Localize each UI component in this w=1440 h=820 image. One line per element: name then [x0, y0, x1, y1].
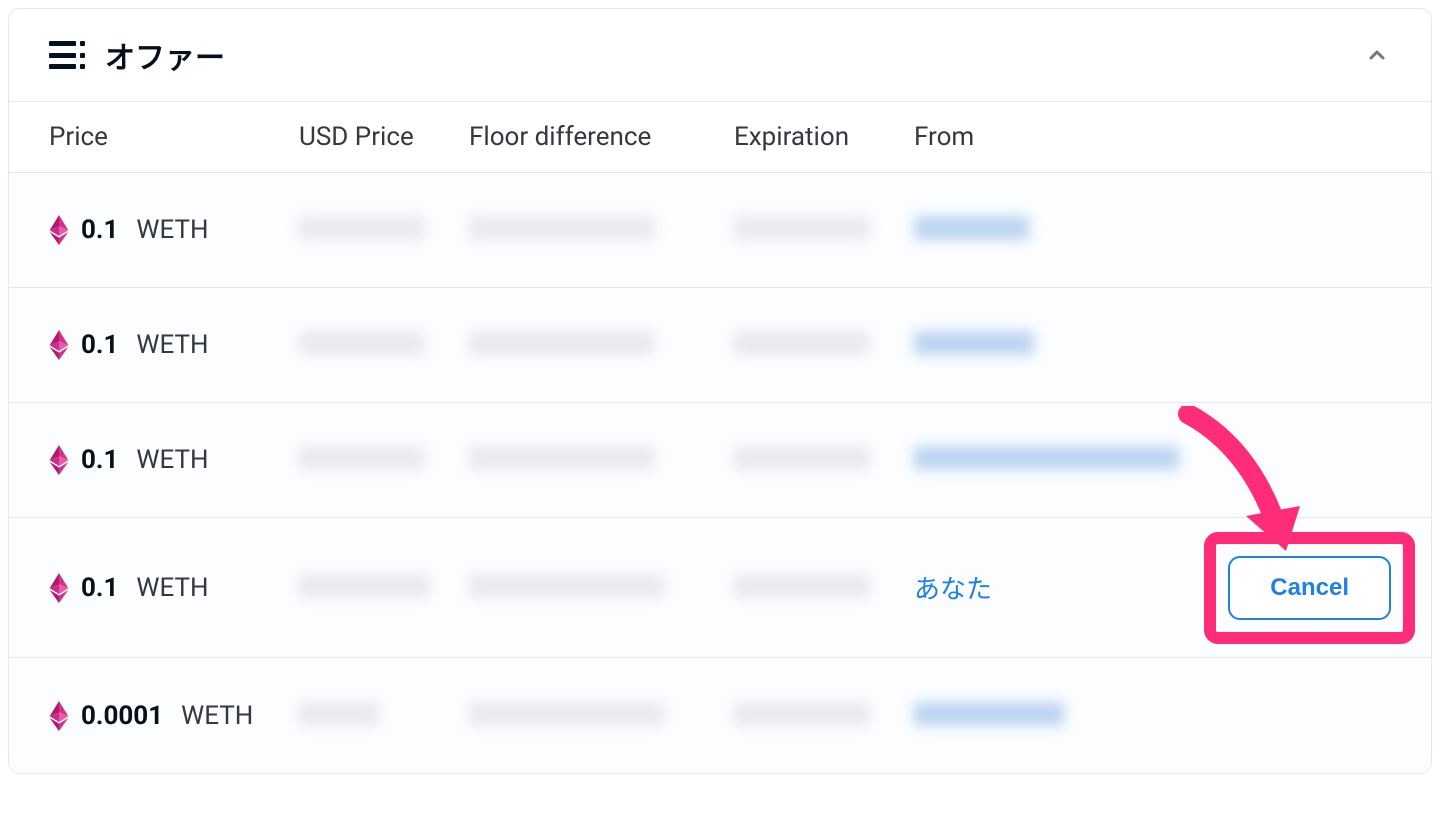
redacted-link[interactable]	[914, 446, 1179, 470]
redacted-link[interactable]	[914, 216, 1029, 240]
eth-icon	[49, 330, 69, 360]
redacted-value	[299, 216, 424, 240]
usd-cell	[299, 702, 469, 730]
price-cell: 0.1 WETH	[49, 215, 299, 245]
redacted-value	[299, 331, 424, 355]
price-amount: 0.1	[81, 330, 118, 360]
price-token: WETH	[136, 573, 208, 603]
from-cell: あなた	[914, 569, 1194, 606]
usd-cell	[299, 331, 469, 359]
redacted-value	[299, 574, 429, 598]
redacted-link[interactable]	[914, 702, 1064, 726]
redacted-value	[469, 216, 654, 240]
col-header-floor: Floor difference	[469, 122, 734, 152]
redacted-value	[469, 446, 654, 470]
usd-cell	[299, 446, 469, 474]
from-cell	[914, 446, 1194, 474]
floor-cell	[469, 574, 734, 602]
floor-cell	[469, 216, 734, 244]
redacted-value	[469, 702, 664, 726]
table-row: 0.0001 WETH	[9, 658, 1431, 773]
price-cell: 0.1 WETH	[49, 330, 299, 360]
redacted-link[interactable]	[914, 331, 1034, 355]
eth-icon	[49, 701, 69, 731]
from-cell	[914, 702, 1194, 730]
redacted-value	[469, 574, 664, 598]
price-token: WETH	[136, 330, 208, 360]
price-cell: 0.0001 WETH	[49, 701, 299, 731]
eth-icon	[49, 445, 69, 475]
chevron-up-icon[interactable]	[1363, 41, 1391, 69]
price-amount: 0.0001	[81, 701, 163, 731]
redacted-value	[734, 446, 869, 470]
table-row: 0.1 WETH	[9, 173, 1431, 288]
list-icon	[49, 41, 85, 69]
table-row: 0.1 WETH あなた Cancel	[9, 518, 1431, 658]
col-header-expiration: Expiration	[734, 122, 914, 152]
price-amount: 0.1	[81, 215, 118, 245]
floor-cell	[469, 446, 734, 474]
table-row: 0.1 WETH	[9, 288, 1431, 403]
redacted-value	[734, 216, 869, 240]
eth-icon	[49, 573, 69, 603]
price-amount: 0.1	[81, 573, 118, 603]
floor-cell	[469, 331, 734, 359]
redacted-value	[734, 331, 869, 355]
offers-header[interactable]: オファー	[9, 9, 1431, 102]
usd-cell	[299, 216, 469, 244]
price-amount: 0.1	[81, 445, 118, 475]
from-link[interactable]: あなた	[914, 575, 992, 605]
col-header-price: Price	[49, 122, 299, 152]
expiration-cell	[734, 446, 914, 474]
expiration-cell	[734, 331, 914, 359]
action-cell: Cancel	[1194, 556, 1391, 620]
col-header-usd: USD Price	[299, 122, 469, 152]
price-cell: 0.1 WETH	[49, 573, 299, 603]
table-row: 0.1 WETH	[9, 403, 1431, 518]
offers-table-header: Price USD Price Floor difference Expirat…	[9, 102, 1431, 173]
panel-title: オファー	[105, 33, 225, 77]
price-token: WETH	[136, 445, 208, 475]
usd-cell	[299, 574, 469, 602]
from-cell	[914, 216, 1194, 244]
expiration-cell	[734, 216, 914, 244]
header-left: オファー	[49, 33, 225, 77]
redacted-value	[734, 574, 869, 598]
redacted-value	[734, 702, 869, 726]
col-header-from: From	[914, 122, 1194, 152]
redacted-value	[299, 446, 424, 470]
cancel-button[interactable]: Cancel	[1228, 556, 1391, 620]
redacted-value	[299, 702, 379, 726]
expiration-cell	[734, 702, 914, 730]
expiration-cell	[734, 574, 914, 602]
price-token: WETH	[181, 701, 253, 731]
redacted-value	[469, 331, 654, 355]
offers-rows: 0.1 WETH 0.1 WETH 0.1 WETH 0.1 WETH あなた Cancel 0.0…	[9, 173, 1431, 773]
offers-panel: オファー Price USD Price Floor difference Ex…	[8, 8, 1432, 774]
eth-icon	[49, 215, 69, 245]
from-cell	[914, 331, 1194, 359]
floor-cell	[469, 702, 734, 730]
price-cell: 0.1 WETH	[49, 445, 299, 475]
price-token: WETH	[136, 215, 208, 245]
